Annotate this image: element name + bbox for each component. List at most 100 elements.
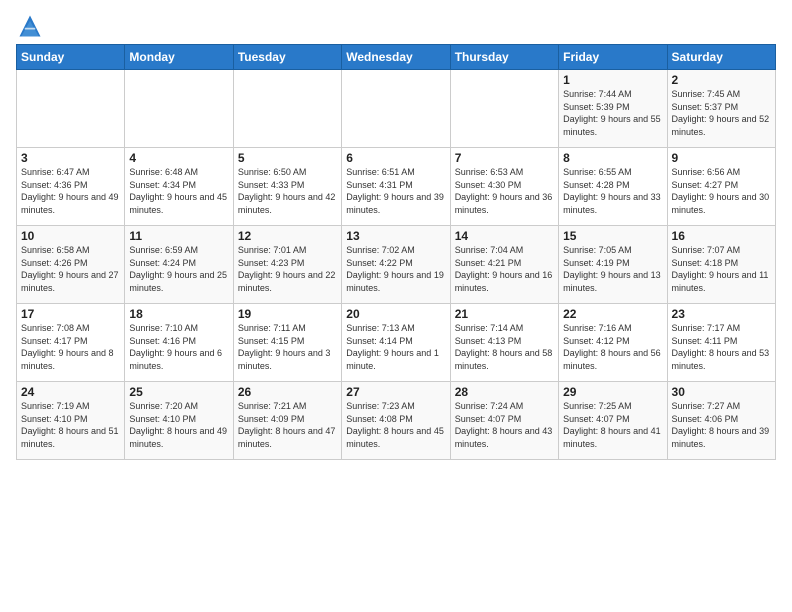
day-cell: 7Sunrise: 6:53 AM Sunset: 4:30 PM Daylig…: [450, 148, 558, 226]
day-info: Sunrise: 7:23 AM Sunset: 4:08 PM Dayligh…: [346, 400, 445, 450]
day-cell: 3Sunrise: 6:47 AM Sunset: 4:36 PM Daylig…: [17, 148, 125, 226]
week-row-2: 10Sunrise: 6:58 AM Sunset: 4:26 PM Dayli…: [17, 226, 776, 304]
day-number: 30: [672, 385, 771, 399]
day-cell: 29Sunrise: 7:25 AM Sunset: 4:07 PM Dayli…: [559, 382, 667, 460]
day-cell: 26Sunrise: 7:21 AM Sunset: 4:09 PM Dayli…: [233, 382, 341, 460]
day-cell: [450, 70, 558, 148]
day-number: 12: [238, 229, 337, 243]
day-cell: 8Sunrise: 6:55 AM Sunset: 4:28 PM Daylig…: [559, 148, 667, 226]
day-cell: 15Sunrise: 7:05 AM Sunset: 4:19 PM Dayli…: [559, 226, 667, 304]
day-info: Sunrise: 7:17 AM Sunset: 4:11 PM Dayligh…: [672, 322, 771, 372]
page-container: SundayMondayTuesdayWednesdayThursdayFrid…: [0, 0, 792, 468]
day-number: 24: [21, 385, 120, 399]
day-number: 19: [238, 307, 337, 321]
day-info: Sunrise: 7:10 AM Sunset: 4:16 PM Dayligh…: [129, 322, 228, 372]
calendar-table: SundayMondayTuesdayWednesdayThursdayFrid…: [16, 44, 776, 460]
col-header-tuesday: Tuesday: [233, 45, 341, 70]
day-info: Sunrise: 6:51 AM Sunset: 4:31 PM Dayligh…: [346, 166, 445, 216]
day-number: 16: [672, 229, 771, 243]
day-cell: 5Sunrise: 6:50 AM Sunset: 4:33 PM Daylig…: [233, 148, 341, 226]
col-header-friday: Friday: [559, 45, 667, 70]
week-row-3: 17Sunrise: 7:08 AM Sunset: 4:17 PM Dayli…: [17, 304, 776, 382]
day-cell: 4Sunrise: 6:48 AM Sunset: 4:34 PM Daylig…: [125, 148, 233, 226]
day-info: Sunrise: 7:45 AM Sunset: 5:37 PM Dayligh…: [672, 88, 771, 138]
day-number: 1: [563, 73, 662, 87]
day-cell: 17Sunrise: 7:08 AM Sunset: 4:17 PM Dayli…: [17, 304, 125, 382]
day-number: 4: [129, 151, 228, 165]
col-header-saturday: Saturday: [667, 45, 775, 70]
day-cell: 19Sunrise: 7:11 AM Sunset: 4:15 PM Dayli…: [233, 304, 341, 382]
day-info: Sunrise: 7:05 AM Sunset: 4:19 PM Dayligh…: [563, 244, 662, 294]
day-info: Sunrise: 7:01 AM Sunset: 4:23 PM Dayligh…: [238, 244, 337, 294]
day-number: 11: [129, 229, 228, 243]
day-info: Sunrise: 7:44 AM Sunset: 5:39 PM Dayligh…: [563, 88, 662, 138]
day-cell: 30Sunrise: 7:27 AM Sunset: 4:06 PM Dayli…: [667, 382, 775, 460]
day-cell: [125, 70, 233, 148]
day-info: Sunrise: 7:07 AM Sunset: 4:18 PM Dayligh…: [672, 244, 771, 294]
day-info: Sunrise: 6:56 AM Sunset: 4:27 PM Dayligh…: [672, 166, 771, 216]
day-cell: 6Sunrise: 6:51 AM Sunset: 4:31 PM Daylig…: [342, 148, 450, 226]
day-info: Sunrise: 6:50 AM Sunset: 4:33 PM Dayligh…: [238, 166, 337, 216]
day-info: Sunrise: 7:13 AM Sunset: 4:14 PM Dayligh…: [346, 322, 445, 372]
day-cell: 24Sunrise: 7:19 AM Sunset: 4:10 PM Dayli…: [17, 382, 125, 460]
day-cell: 16Sunrise: 7:07 AM Sunset: 4:18 PM Dayli…: [667, 226, 775, 304]
day-cell: 18Sunrise: 7:10 AM Sunset: 4:16 PM Dayli…: [125, 304, 233, 382]
day-info: Sunrise: 7:14 AM Sunset: 4:13 PM Dayligh…: [455, 322, 554, 372]
col-header-thursday: Thursday: [450, 45, 558, 70]
day-cell: 28Sunrise: 7:24 AM Sunset: 4:07 PM Dayli…: [450, 382, 558, 460]
day-info: Sunrise: 6:53 AM Sunset: 4:30 PM Dayligh…: [455, 166, 554, 216]
day-cell: 10Sunrise: 6:58 AM Sunset: 4:26 PM Dayli…: [17, 226, 125, 304]
day-number: 10: [21, 229, 120, 243]
day-number: 8: [563, 151, 662, 165]
day-info: Sunrise: 7:25 AM Sunset: 4:07 PM Dayligh…: [563, 400, 662, 450]
day-number: 7: [455, 151, 554, 165]
day-info: Sunrise: 6:47 AM Sunset: 4:36 PM Dayligh…: [21, 166, 120, 216]
day-number: 28: [455, 385, 554, 399]
day-number: 13: [346, 229, 445, 243]
day-info: Sunrise: 7:19 AM Sunset: 4:10 PM Dayligh…: [21, 400, 120, 450]
day-number: 23: [672, 307, 771, 321]
day-number: 3: [21, 151, 120, 165]
day-number: 22: [563, 307, 662, 321]
day-cell: 27Sunrise: 7:23 AM Sunset: 4:08 PM Dayli…: [342, 382, 450, 460]
week-row-4: 24Sunrise: 7:19 AM Sunset: 4:10 PM Dayli…: [17, 382, 776, 460]
day-cell: 1Sunrise: 7:44 AM Sunset: 5:39 PM Daylig…: [559, 70, 667, 148]
logo-icon: [16, 12, 44, 40]
day-cell: 14Sunrise: 7:04 AM Sunset: 4:21 PM Dayli…: [450, 226, 558, 304]
day-number: 5: [238, 151, 337, 165]
day-info: Sunrise: 7:21 AM Sunset: 4:09 PM Dayligh…: [238, 400, 337, 450]
day-info: Sunrise: 7:20 AM Sunset: 4:10 PM Dayligh…: [129, 400, 228, 450]
logo: [16, 12, 48, 40]
day-info: Sunrise: 7:16 AM Sunset: 4:12 PM Dayligh…: [563, 322, 662, 372]
day-number: 26: [238, 385, 337, 399]
day-info: Sunrise: 7:04 AM Sunset: 4:21 PM Dayligh…: [455, 244, 554, 294]
week-row-1: 3Sunrise: 6:47 AM Sunset: 4:36 PM Daylig…: [17, 148, 776, 226]
day-number: 15: [563, 229, 662, 243]
day-cell: 9Sunrise: 6:56 AM Sunset: 4:27 PM Daylig…: [667, 148, 775, 226]
col-header-sunday: Sunday: [17, 45, 125, 70]
day-info: Sunrise: 6:58 AM Sunset: 4:26 PM Dayligh…: [21, 244, 120, 294]
day-cell: 23Sunrise: 7:17 AM Sunset: 4:11 PM Dayli…: [667, 304, 775, 382]
week-row-0: 1Sunrise: 7:44 AM Sunset: 5:39 PM Daylig…: [17, 70, 776, 148]
day-info: Sunrise: 7:11 AM Sunset: 4:15 PM Dayligh…: [238, 322, 337, 372]
day-number: 20: [346, 307, 445, 321]
day-number: 29: [563, 385, 662, 399]
day-cell: 13Sunrise: 7:02 AM Sunset: 4:22 PM Dayli…: [342, 226, 450, 304]
day-cell: 12Sunrise: 7:01 AM Sunset: 4:23 PM Dayli…: [233, 226, 341, 304]
day-cell: 22Sunrise: 7:16 AM Sunset: 4:12 PM Dayli…: [559, 304, 667, 382]
day-number: 27: [346, 385, 445, 399]
day-info: Sunrise: 7:27 AM Sunset: 4:06 PM Dayligh…: [672, 400, 771, 450]
day-cell: 21Sunrise: 7:14 AM Sunset: 4:13 PM Dayli…: [450, 304, 558, 382]
day-info: Sunrise: 7:24 AM Sunset: 4:07 PM Dayligh…: [455, 400, 554, 450]
day-number: 25: [129, 385, 228, 399]
day-cell: 20Sunrise: 7:13 AM Sunset: 4:14 PM Dayli…: [342, 304, 450, 382]
header-row: SundayMondayTuesdayWednesdayThursdayFrid…: [17, 45, 776, 70]
col-header-wednesday: Wednesday: [342, 45, 450, 70]
day-cell: [233, 70, 341, 148]
day-number: 17: [21, 307, 120, 321]
day-cell: 2Sunrise: 7:45 AM Sunset: 5:37 PM Daylig…: [667, 70, 775, 148]
day-info: Sunrise: 7:08 AM Sunset: 4:17 PM Dayligh…: [21, 322, 120, 372]
header: [16, 12, 776, 40]
day-number: 18: [129, 307, 228, 321]
col-header-monday: Monday: [125, 45, 233, 70]
